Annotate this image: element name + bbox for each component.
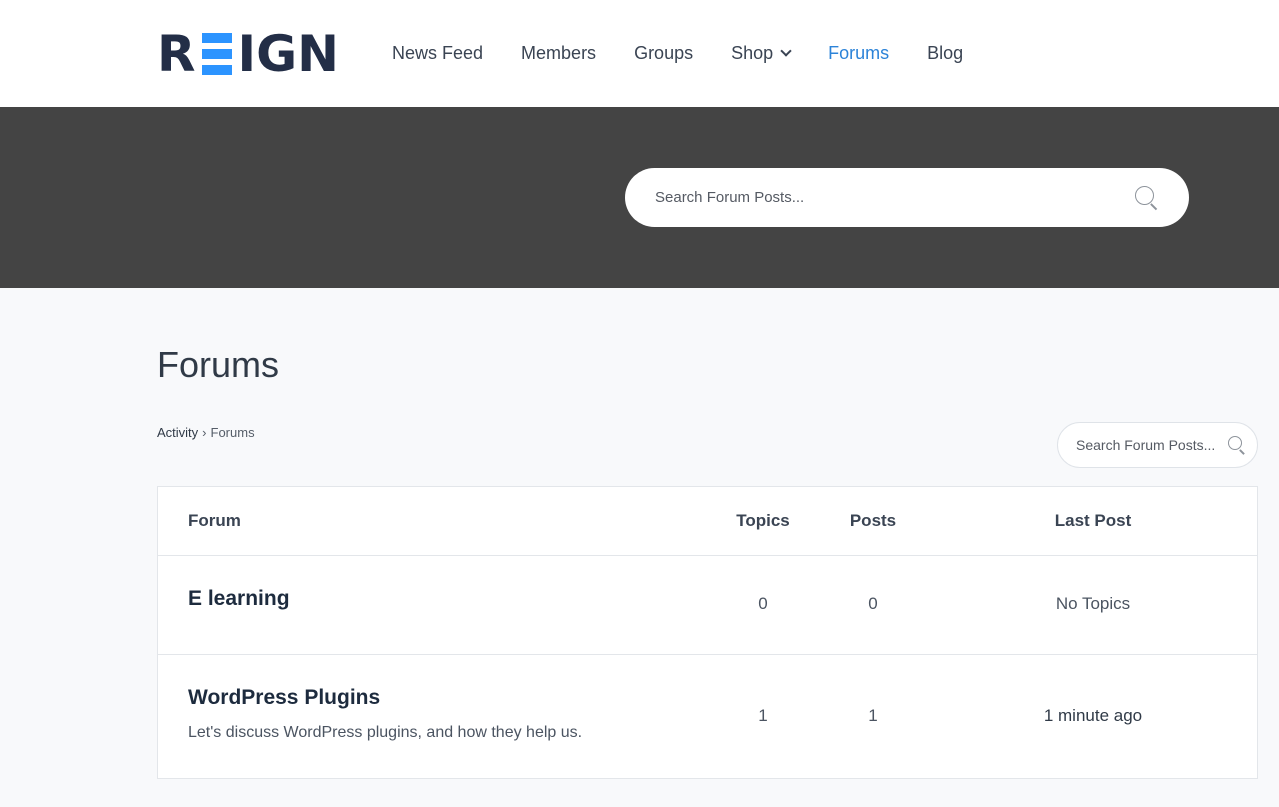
nav-shop[interactable]: Shop [731, 40, 792, 66]
hero-banner [0, 107, 1279, 288]
breadcrumb: Activity › Forums [157, 425, 255, 440]
header-last-post: Last Post [1054, 511, 1132, 530]
posts-count: 1 [868, 706, 878, 725]
nav-groups[interactable]: Groups [634, 40, 693, 66]
nav-shop-label: Shop [731, 43, 774, 63]
nav-forums[interactable]: Forums [828, 40, 889, 66]
forum-table: Forum Topics Posts Last Post E learning … [157, 486, 1258, 779]
main-nav: News Feed Members Groups Shop Forums Blo… [392, 40, 963, 66]
page-title: Forums [157, 344, 280, 385]
table-row: WordPress Plugins Let's discuss WordPres… [158, 655, 1257, 779]
breadcrumb-current: Forums [210, 425, 255, 440]
breadcrumb-separator: › [202, 425, 207, 440]
reign-logo[interactable]: R IGN [157, 25, 340, 83]
forum-cell: WordPress Plugins Let's discuss WordPres… [188, 686, 582, 742]
header-topics: Topics [736, 511, 790, 530]
last-post: No Topics [1055, 594, 1131, 613]
site-header: R IGN News Feed Members Groups Shop Foru… [0, 0, 1279, 107]
forum-search-input[interactable] [1076, 437, 1228, 453]
nav-news-feed[interactable]: News Feed [392, 40, 483, 66]
forum-link[interactable]: E learning [188, 587, 290, 610]
hero-search-input[interactable] [655, 189, 1135, 206]
header-forum: Forum [188, 511, 241, 530]
last-post-link[interactable]: 1 minute ago [1003, 706, 1183, 726]
logo-letter-r: R [157, 25, 196, 83]
hero-search-box [625, 168, 1189, 227]
forum-cell: E learning [188, 587, 290, 611]
nav-blog[interactable]: Blog [927, 40, 963, 66]
table-header-row: Forum Topics Posts Last Post [158, 487, 1257, 556]
posts-count: 0 [868, 594, 878, 613]
logo-e-mark [201, 33, 232, 75]
nav-members[interactable]: Members [521, 40, 596, 66]
header-posts: Posts [849, 511, 897, 530]
search-icon[interactable] [1135, 185, 1159, 210]
logo-letters-ign: IGN [237, 25, 340, 83]
forum-search-box [1057, 422, 1258, 468]
topics-count: 1 [758, 706, 768, 725]
chevron-down-icon [780, 44, 792, 57]
table-row: E learning 0 0 No Topics [158, 556, 1257, 655]
forum-description: Let's discuss WordPress plugins, and how… [188, 724, 583, 741]
topics-count: 0 [758, 594, 768, 613]
search-icon[interactable] [1228, 436, 1246, 455]
forum-link[interactable]: WordPress Plugins [188, 686, 380, 709]
breadcrumb-activity[interactable]: Activity [157, 425, 198, 440]
